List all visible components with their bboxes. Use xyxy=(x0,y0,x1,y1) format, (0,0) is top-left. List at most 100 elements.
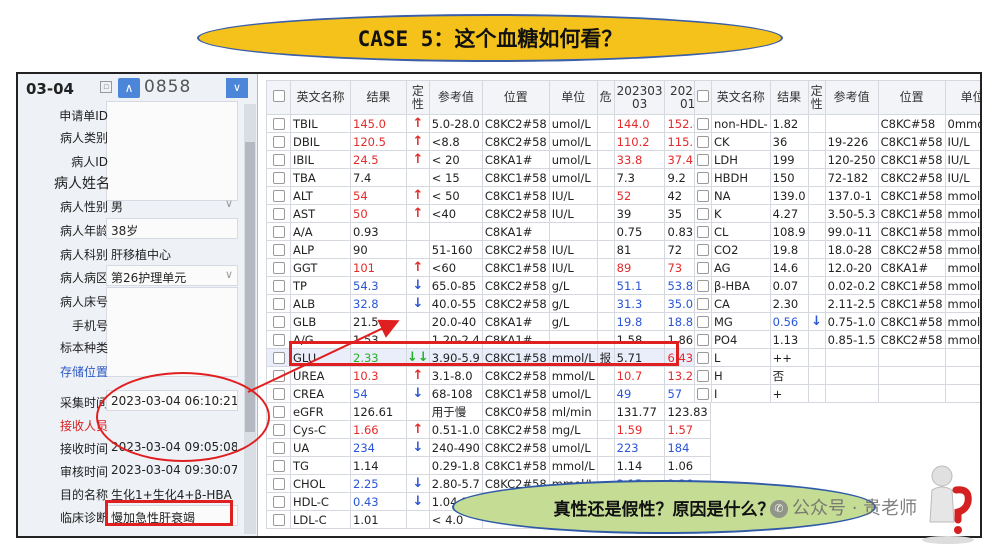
table-row[interactable]: CO219.8 18.0-28C8KC2#58mmol/L xyxy=(694,240,980,259)
table-row[interactable]: NA139.0 137.0-1C8KC1#58mmol/L xyxy=(694,186,980,205)
row-checkbox-cell[interactable] xyxy=(266,492,291,511)
row-checkbox[interactable] xyxy=(697,208,709,220)
row-checkbox[interactable] xyxy=(272,280,285,292)
row-checkbox[interactable] xyxy=(697,262,709,274)
row-checkbox[interactable] xyxy=(697,280,709,292)
table-row[interactable]: HBDH 150 72-182 C8KC2#58 IU/L xyxy=(694,168,980,187)
row-checkbox[interactable] xyxy=(272,226,285,238)
row-checkbox-cell[interactable] xyxy=(694,258,712,277)
row-checkbox[interactable] xyxy=(697,244,709,256)
gender-select[interactable]: 男 ∨ xyxy=(106,194,238,215)
row-checkbox[interactable] xyxy=(697,370,709,382)
row-checkbox[interactable] xyxy=(272,514,285,526)
row-checkbox[interactable] xyxy=(272,262,285,274)
column-header[interactable]: 定性 xyxy=(406,80,430,115)
row-checkbox[interactable] xyxy=(272,352,285,364)
row-checkbox[interactable] xyxy=(272,154,285,166)
row-checkbox[interactable] xyxy=(272,316,285,328)
table-row[interactable]: CA2.30 2.11-2.5C8KC1#58mmol/L xyxy=(694,294,980,313)
row-checkbox-cell[interactable] xyxy=(694,168,712,187)
row-checkbox-cell[interactable] xyxy=(266,312,291,331)
table-row[interactable]: L ++ xyxy=(694,348,980,367)
row-checkbox[interactable] xyxy=(697,388,709,400)
row-checkbox[interactable] xyxy=(272,298,285,310)
row-checkbox[interactable] xyxy=(697,136,709,148)
row-checkbox-cell[interactable] xyxy=(694,240,712,259)
row-checkbox[interactable] xyxy=(272,118,285,130)
select-all-checkbox[interactable] xyxy=(272,90,285,102)
column-header[interactable]: 位置 xyxy=(481,80,550,115)
row-checkbox[interactable] xyxy=(272,244,285,256)
table-row[interactable]: CREA 54 ↓ 68-108 C8KC1#58 umol/L 49 57 xyxy=(266,384,711,403)
table-row[interactable]: eGFR 126.61 用于慢 C8KC0#58 ml/min 131.77 123.83 xyxy=(266,402,711,421)
table-row[interactable]: TP 54.3 ↓ 65.0-85 C8KC2#58 g/L 51.1 53.8 xyxy=(266,276,711,295)
row-checkbox-cell[interactable] xyxy=(266,294,291,313)
row-checkbox[interactable] xyxy=(697,190,709,202)
left-panel-scrollbar[interactable] xyxy=(244,104,256,534)
table-row[interactable]: UREA 10.3 ↑ 3.1-8.0 C8KC2#58 mmol/L 10.7 13.2 xyxy=(266,366,711,385)
row-checkbox[interactable] xyxy=(697,172,709,184)
row-checkbox[interactable] xyxy=(272,334,285,346)
column-header[interactable]: 危 xyxy=(596,80,615,115)
row-checkbox-cell[interactable] xyxy=(266,114,291,133)
column-header[interactable]: 英文名称 xyxy=(290,80,351,115)
row-checkbox[interactable] xyxy=(272,370,285,382)
chevron-up-icon[interactable]: ∧ xyxy=(118,78,140,98)
row-checkbox[interactable] xyxy=(272,460,285,472)
table-row[interactable]: CL108.9 99.0-11C8KC1#58mmol/L xyxy=(694,222,980,241)
column-header[interactable]: 单位 xyxy=(944,80,980,115)
column-header[interactable]: 参考值 xyxy=(824,80,879,115)
table-row[interactable]: H否 xyxy=(694,366,980,385)
row-checkbox[interactable] xyxy=(697,226,709,238)
row-checkbox[interactable] xyxy=(272,406,285,418)
row-checkbox[interactable] xyxy=(697,334,709,346)
row-checkbox[interactable] xyxy=(272,388,285,400)
calendar-icon[interactable]: ▫ xyxy=(100,81,112,93)
table-row[interactable]: GGT 101 ↑ <60 C8KC1#58 IU/L 89 73 xyxy=(266,258,711,277)
row-checkbox-cell[interactable] xyxy=(266,438,291,457)
row-checkbox-cell[interactable] xyxy=(694,114,712,133)
table-row[interactable]: DBIL 120.5 ↑ <8.8 C8KC2#58 umol/L 110.2 115.0 xyxy=(266,132,711,151)
column-header[interactable]: 定性 xyxy=(807,80,826,115)
row-checkbox-cell[interactable] xyxy=(266,402,291,421)
table-row[interactable]: non-HDL-1.82 C8KC#580mmol/L xyxy=(694,114,980,133)
table-row[interactable]: MG0.56↓0.75-1.0C8KC1#58mmol/L xyxy=(694,312,980,331)
row-checkbox-cell[interactable] xyxy=(266,384,291,403)
table-row[interactable]: I + xyxy=(694,384,980,403)
table-row[interactable]: ALT 54 ↑ < 50 C8KC1#58 IU/L 52 42 xyxy=(266,186,711,205)
table-row[interactable]: IBIL 24.5 ↑ < 20 C8KA1# umol/L 33.8 37.4 xyxy=(266,150,711,169)
column-header[interactable]: 结果 xyxy=(769,80,809,115)
row-checkbox-cell[interactable] xyxy=(266,258,291,277)
row-checkbox-cell[interactable] xyxy=(266,222,291,241)
row-checkbox[interactable] xyxy=(697,352,709,364)
column-header[interactable]: 参考值 xyxy=(428,80,483,115)
table-row[interactable]: LDH 199 120-250 C8KC1#58 IU/L xyxy=(694,150,980,169)
row-checkbox[interactable] xyxy=(272,442,285,454)
table-row[interactable]: Cys-C 1.66 ↑ 0.51-1.0 C8KC2#58 mg/L 1.59 1.57 xyxy=(266,420,711,439)
row-checkbox-cell[interactable] xyxy=(694,384,712,403)
row-checkbox-cell[interactable] xyxy=(266,420,291,439)
table-row[interactable]: AG14.6 12.0-20C8KA1#mmol/L xyxy=(694,258,980,277)
row-checkbox-cell[interactable] xyxy=(694,132,712,151)
row-checkbox[interactable] xyxy=(697,118,709,130)
row-checkbox-cell[interactable] xyxy=(694,312,712,331)
table-row[interactable]: TBA 7.4 < 15 C8KC1#58 umol/L 7.3 9.2 xyxy=(266,168,711,187)
table-row[interactable]: CK 36 19-226 C8KC1#58 IU/L xyxy=(694,132,980,151)
ward-select[interactable]: 第26护理单元 ∨ xyxy=(106,265,238,286)
row-checkbox-cell[interactable] xyxy=(266,186,291,205)
row-checkbox-cell[interactable] xyxy=(694,294,712,313)
row-checkbox-cell[interactable] xyxy=(266,456,291,475)
table-row[interactable]: TBIL 145.0 ↑ 5.0-28.0 C8KC2#58 umol/L 144.0 152… xyxy=(266,114,711,133)
table-row[interactable]: PO41.13 0.85-1.5C8KC2#58mmol/L xyxy=(694,330,980,349)
row-checkbox-cell[interactable] xyxy=(266,132,291,151)
row-checkbox-cell[interactable] xyxy=(266,510,291,529)
table-row[interactable]: ALP 90 51-160 C8KC2#58 IU/L 81 72 xyxy=(266,240,711,259)
row-checkbox-cell[interactable] xyxy=(694,366,712,385)
row-checkbox[interactable] xyxy=(697,154,709,166)
row-checkbox[interactable] xyxy=(272,172,285,184)
table-row[interactable]: UA 234 ↓ 240-490 C8KC2#58 umol/L 223 184 xyxy=(266,438,711,457)
row-checkbox[interactable] xyxy=(697,298,709,310)
row-checkbox-cell[interactable] xyxy=(694,330,712,349)
row-checkbox-cell[interactable] xyxy=(266,330,291,349)
column-header[interactable]: 202303 03 xyxy=(613,80,666,115)
